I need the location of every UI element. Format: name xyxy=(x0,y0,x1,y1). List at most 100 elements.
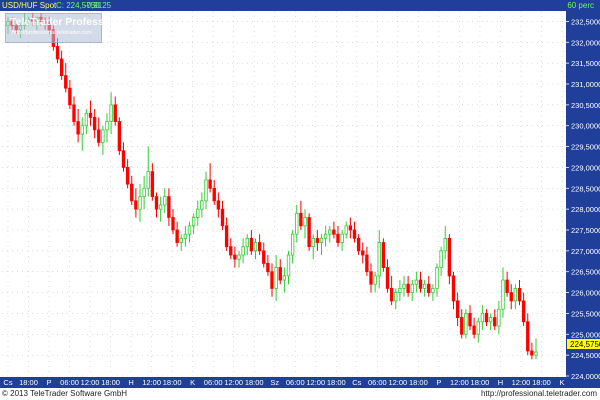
candle-body xyxy=(216,200,221,210)
candle-body xyxy=(220,208,225,227)
x-tick-label: 18:00 xyxy=(327,378,346,387)
candle-body xyxy=(385,267,390,289)
candle xyxy=(381,238,386,272)
candle-body xyxy=(146,171,150,189)
candle-body xyxy=(501,279,505,310)
candle-body xyxy=(134,200,138,210)
x-tick-label: 12:00 xyxy=(450,378,469,387)
candle-body xyxy=(278,267,282,281)
candle-body xyxy=(76,121,80,135)
x-tick-label: Cs xyxy=(352,378,361,387)
x-tick-label: 12:00 xyxy=(388,378,407,387)
candle-body xyxy=(196,208,200,218)
y-tick-label: 230,0000 xyxy=(571,122,600,131)
candle-body xyxy=(59,58,64,77)
candle-body xyxy=(356,237,361,252)
x-tick-label: 18:00 xyxy=(163,378,182,387)
candle-body xyxy=(517,287,522,302)
candle-body xyxy=(418,279,423,289)
candle-body xyxy=(398,287,402,293)
candle-body xyxy=(154,196,159,210)
x-tick-label: H xyxy=(128,378,133,387)
candle-body xyxy=(187,225,192,235)
y-tick-label: 226,5000 xyxy=(571,268,600,277)
candle-body xyxy=(204,179,208,202)
x-tick-label: P xyxy=(47,378,52,387)
x-tick-label: P xyxy=(436,378,441,387)
candle-body xyxy=(439,250,443,268)
x-tick-label: 18:00 xyxy=(409,378,428,387)
y-tick-label: 225,0000 xyxy=(571,330,600,339)
candle-body xyxy=(323,233,328,239)
candle-body xyxy=(431,287,435,293)
candle-body xyxy=(389,287,394,302)
x-tick-label: 06:00 xyxy=(204,378,223,387)
candle-body xyxy=(249,237,254,252)
y-tick-label: 232,0000 xyxy=(571,38,600,47)
candle-body xyxy=(468,313,472,327)
candle-body xyxy=(233,254,237,260)
chart-background xyxy=(0,0,600,400)
candle-body xyxy=(315,237,320,243)
candle-body xyxy=(97,129,101,143)
candle-body xyxy=(105,121,109,131)
candle-body xyxy=(460,317,464,335)
y-tick-label: 224,0000 xyxy=(571,372,600,381)
candle-body xyxy=(402,283,406,289)
candle-body xyxy=(361,250,365,256)
chart-window: 224,0000 224,5000 225,0000 225,5000 226,0000… xyxy=(0,0,600,400)
candle-body xyxy=(142,187,146,198)
x-tick-label: 06:00 xyxy=(60,378,79,387)
candle-body xyxy=(365,254,369,273)
candle-body xyxy=(290,233,295,256)
candle-body xyxy=(406,283,410,293)
candle-body xyxy=(340,233,344,243)
candle-body xyxy=(237,254,241,260)
candle-body xyxy=(530,350,534,356)
candle-body xyxy=(212,187,216,202)
x-tick-label: 18:00 xyxy=(19,378,38,387)
candle-body xyxy=(513,287,518,302)
y-tick-label: 224,5000 xyxy=(571,351,600,360)
copyright-text: © 2013 TeleTrader Software GmbH xyxy=(2,389,128,398)
candle-body xyxy=(274,267,278,289)
x-tick-label: 18:00 xyxy=(471,378,490,387)
x-tick-label: 18:00 xyxy=(532,378,551,387)
candle-body xyxy=(282,275,287,281)
candle-body xyxy=(125,167,130,185)
candle-body xyxy=(435,267,439,289)
candle-body xyxy=(344,225,348,235)
candle-body xyxy=(369,271,373,285)
y-tick-label: 225,5000 xyxy=(571,309,600,318)
candle xyxy=(464,309,468,339)
candle-body xyxy=(394,292,398,302)
footer-url[interactable]: http://professional.teletrader.com xyxy=(481,388,597,400)
candle-body xyxy=(88,112,93,118)
candlestick-chart[interactable]: 224,0000 224,5000 225,0000 225,5000 226,0000… xyxy=(0,0,600,400)
x-tick-label: 06:00 xyxy=(368,378,387,387)
candle-body xyxy=(505,279,509,293)
x-tick-label: Cs xyxy=(3,378,12,387)
x-tick-label: 12:00 xyxy=(306,378,325,387)
y-tick-label: 227,5000 xyxy=(571,226,600,235)
candle-body xyxy=(224,225,229,248)
period-label[interactable]: 60 perc xyxy=(567,0,594,11)
candle-body xyxy=(480,313,485,323)
y-tick-label: 232,5000 xyxy=(571,17,600,26)
candle-body xyxy=(158,204,163,210)
y-tick-label: 229,0000 xyxy=(571,163,600,172)
last-price-label: 224,5750 xyxy=(570,340,600,349)
candle-body xyxy=(381,242,386,268)
x-tick-label: 12:00 xyxy=(81,378,100,387)
candle-body xyxy=(175,229,179,243)
x-tick-label: 12:00 xyxy=(512,378,531,387)
candle-body xyxy=(484,313,489,323)
candle-body xyxy=(138,196,142,210)
candle-body xyxy=(427,283,431,293)
candle-body xyxy=(253,242,258,252)
candle-body xyxy=(109,104,113,122)
candle-body xyxy=(422,283,427,289)
candle-body xyxy=(262,250,266,264)
price-change-label: -0,9125 xyxy=(84,1,112,10)
y-tick-label: 231,0000 xyxy=(571,80,600,89)
